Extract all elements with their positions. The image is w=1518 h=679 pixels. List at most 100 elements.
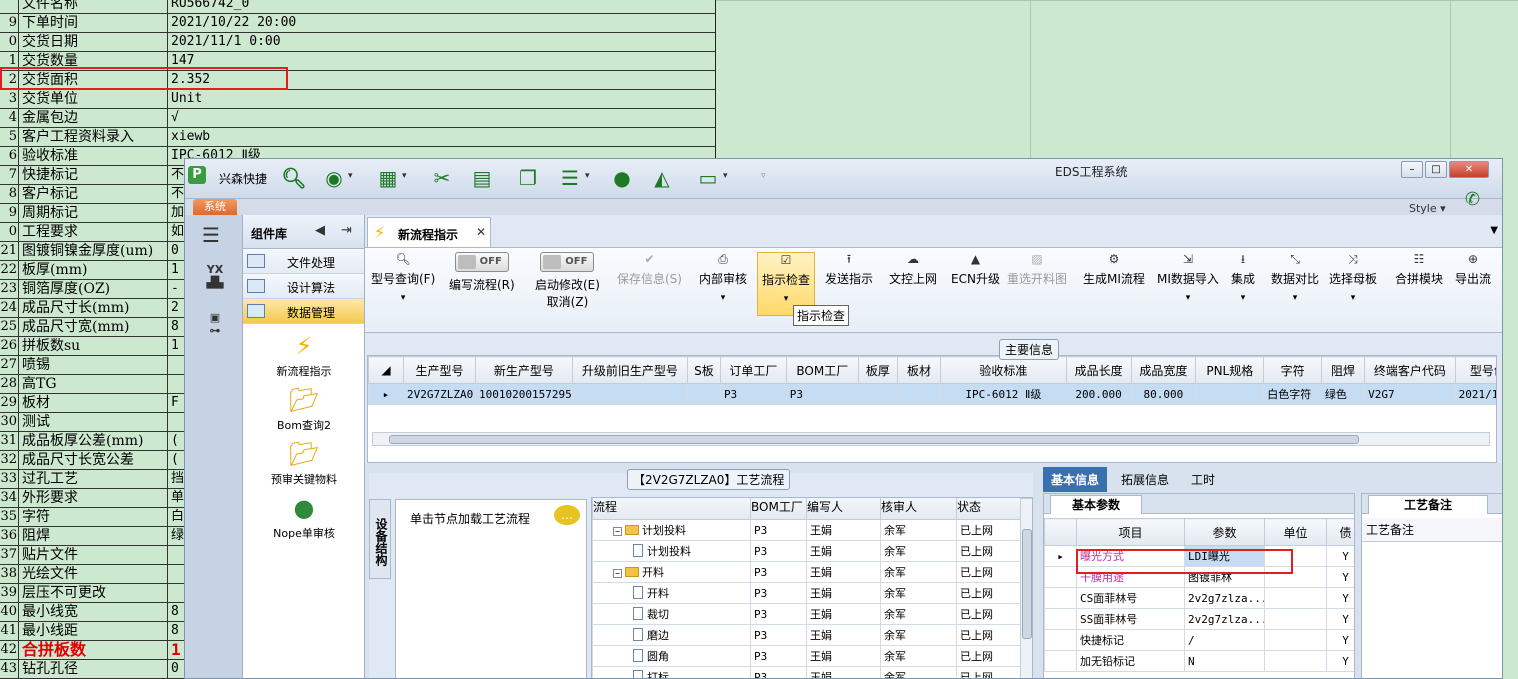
- phone-icon[interactable]: ✆: [1465, 189, 1480, 210]
- table-cell[interactable]: V2G7: [1364, 383, 1456, 405]
- column-header[interactable]: BOM工厂: [785, 356, 859, 384]
- chevron-down-icon[interactable]: ▾: [585, 171, 590, 181]
- tree-row[interactable]: − 计划投料 P3 王娟 余军 已上网: [592, 519, 1021, 541]
- scrollbar-thumb[interactable]: [389, 435, 1359, 444]
- column-header[interactable]: 成品长度: [1065, 356, 1132, 384]
- column-header[interactable]: 参数: [1184, 518, 1265, 546]
- column-header[interactable]: S板: [687, 356, 721, 384]
- tree-row[interactable]: 裁切 P3 王娟 余军 已上网: [592, 603, 1021, 625]
- tree-row[interactable]: 打标 P3 王娟 余军 已上网: [592, 666, 1021, 678]
- cell-value[interactable]: RU566742_0: [167, 0, 715, 14]
- mi-import-button[interactable]: ⇲ MI数据导入 ▾: [1157, 252, 1219, 303]
- cell-value[interactable]: xiewb: [167, 128, 715, 147]
- cell-label[interactable]: 交货单位: [18, 90, 167, 109]
- column-header[interactable]: 项目: [1076, 518, 1185, 546]
- param-value[interactable]: 2v2g7zlza...: [1184, 608, 1265, 630]
- param-unit[interactable]: [1264, 650, 1327, 672]
- collapse-icon[interactable]: −: [613, 527, 622, 536]
- param-row[interactable]: 干膜用途 图镀菲林 Y: [1044, 566, 1354, 588]
- cell-label[interactable]: 外形要求: [18, 489, 167, 508]
- table-cell[interactable]: [1195, 383, 1265, 405]
- table-cell[interactable]: 白色字符: [1263, 383, 1322, 405]
- column-header[interactable]: BOM工厂: [750, 498, 807, 520]
- column-header[interactable]: 生产型号: [402, 356, 477, 384]
- cell-label[interactable]: 高TG: [18, 375, 167, 394]
- table-cell[interactable]: 10010200157295: [475, 383, 573, 405]
- chevron-down-icon[interactable]: ▾: [402, 171, 407, 181]
- pin-icon[interactable]: ⇥: [341, 223, 352, 238]
- list-icon[interactable]: ☰: [557, 165, 583, 191]
- column-header[interactable]: 字符: [1263, 356, 1322, 384]
- tree-row[interactable]: 开料 P3 王娟 余军 已上网: [592, 582, 1021, 604]
- cell-label[interactable]: 文件名称: [18, 0, 167, 14]
- cell-label[interactable]: 测试: [18, 413, 167, 432]
- send-instruction-button[interactable]: ⭱ 发送指示: [825, 252, 873, 287]
- minimize-button[interactable]: –: [1401, 161, 1423, 178]
- cell-label[interactable]: 客户工程资料录入: [18, 128, 167, 147]
- tile-bom-query[interactable]: 📂︎ Bom查询2: [243, 383, 365, 433]
- table-row[interactable]: ▸ 2V2G7ZLZA0 10010200157295 P3 P3 IPC-6012 Ⅱ级…: [368, 383, 1496, 405]
- film-icon[interactable]: ▤: [469, 165, 495, 191]
- cell-label[interactable]: 最小线宽: [18, 603, 167, 622]
- table-cell[interactable]: [571, 383, 689, 405]
- tab-new-flow[interactable]: ⚡ 新流程指示 ✕: [367, 217, 491, 247]
- column-header[interactable]: 验收标准: [940, 356, 1067, 384]
- globe-icon[interactable]: ◉: [321, 165, 347, 191]
- off-switch[interactable]: OFF: [540, 252, 595, 272]
- cell-label[interactable]: 拼板数su: [18, 337, 167, 356]
- table-cell[interactable]: 200.000: [1065, 383, 1132, 405]
- table-cell[interactable]: 80.000: [1130, 383, 1197, 405]
- grid-icon[interactable]: ▦: [375, 165, 401, 191]
- customize-icon[interactable]: ▿: [761, 171, 766, 181]
- param-unit[interactable]: [1264, 587, 1327, 609]
- column-header[interactable]: 流程: [592, 498, 751, 520]
- reselect-drawing-button[interactable]: ▨ 重选开料图: [1007, 252, 1067, 287]
- horizontal-scrollbar[interactable]: [372, 432, 1490, 446]
- table-cell[interactable]: 2V2G7ZLZA0: [402, 383, 477, 405]
- scissors-icon[interactable]: ✂: [429, 165, 455, 191]
- cell-value[interactable]: 2021/10/22 20:00: [167, 14, 715, 33]
- table-cell[interactable]: IPC-6012 Ⅱ级: [940, 383, 1067, 405]
- column-header[interactable]: 核审人: [880, 498, 957, 520]
- side-tab-equipment[interactable]: 设备结构: [369, 499, 391, 579]
- param-value[interactable]: /: [1184, 629, 1265, 651]
- export-button[interactable]: ⊕ 导出流: [1455, 252, 1491, 287]
- param-item[interactable]: CS面菲林号: [1076, 587, 1185, 609]
- sheet-row[interactable]: 2 交货面积 2.352: [0, 71, 715, 90]
- cell-value[interactable]: 147: [167, 52, 715, 71]
- cell-value[interactable]: 2.352: [167, 71, 715, 90]
- cell-label[interactable]: 验收标准: [18, 147, 167, 166]
- cell-value[interactable]: √: [167, 109, 715, 128]
- cell-label[interactable]: 成品板厚公差(mm): [18, 432, 167, 451]
- param-unit[interactable]: [1264, 566, 1327, 588]
- param-flag[interactable]: Y: [1326, 629, 1354, 651]
- sheet-row[interactable]: 5 客户工程资料录入 xiewb: [0, 128, 715, 147]
- table-cell[interactable]: 2021/10/21: [1454, 383, 1496, 405]
- cell-label[interactable]: 成品尺寸宽(mm): [18, 318, 167, 337]
- column-header[interactable]: 升级前旧生产型号: [571, 356, 689, 384]
- sheet-row[interactable]: 文件名称 RU566742_0: [0, 0, 715, 14]
- cell-label[interactable]: 过孔工艺: [18, 470, 167, 489]
- param-item[interactable]: 曝光方式: [1076, 545, 1185, 567]
- column-header[interactable]: 终端客户代码: [1364, 356, 1456, 384]
- param-row[interactable]: SS面菲林号 2v2g7zlza... Y: [1044, 608, 1354, 630]
- cell-label[interactable]: 成品尺寸长(mm): [18, 299, 167, 318]
- tab-close-icon[interactable]: ✕: [476, 225, 486, 239]
- cell-label[interactable]: 光绘文件: [18, 565, 167, 584]
- system-tab[interactable]: 系统: [193, 199, 237, 215]
- start-modify-toggle[interactable]: OFF 启动修改(E) 取消(Z): [535, 252, 600, 310]
- cell-label[interactable]: 层压不可更改: [18, 584, 167, 603]
- param-value[interactable]: 2v2g7zlza...: [1184, 587, 1265, 609]
- ecn-upgrade-button[interactable]: ▲ ECN升级: [951, 252, 1000, 287]
- column-header[interactable]: 状态: [956, 498, 1021, 520]
- column-header[interactable]: PNL规格: [1195, 356, 1265, 384]
- sheet-row[interactable]: 3 交货单位 Unit: [0, 90, 715, 109]
- cell-label[interactable]: 金属包边: [18, 109, 167, 128]
- cell-value[interactable]: 2021/11/1 0:00: [167, 33, 715, 52]
- search-icon[interactable]: 🔍︎: [281, 165, 307, 191]
- tree-row[interactable]: − 开料 P3 王娟 余军 已上网: [592, 561, 1021, 583]
- close-button[interactable]: ✕: [1449, 161, 1489, 178]
- edit-flow-toggle[interactable]: OFF 编写流程(R): [449, 252, 515, 293]
- column-header[interactable]: 板厚: [857, 356, 898, 384]
- menu-icon[interactable]: ☰: [202, 223, 220, 247]
